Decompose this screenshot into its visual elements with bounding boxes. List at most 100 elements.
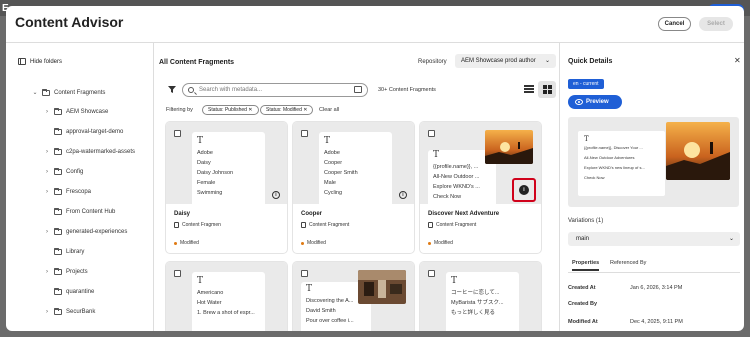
- preview-line: Check Now: [433, 194, 462, 200]
- sidebar-folder-item[interactable]: › Projects: [44, 268, 88, 275]
- preview-line: {{profile.name}}, ...: [433, 164, 479, 170]
- filter-chip-published[interactable]: Status: Published ✕: [202, 105, 259, 115]
- status-dot: [174, 241, 177, 245]
- property-key: Created By: [568, 301, 598, 307]
- folder-sidebar: Hide folders ⌄ Content Fragments › AEM Show…: [6, 43, 153, 331]
- filtering-by-label: Filtering by: [166, 107, 193, 113]
- folder-icon: [54, 108, 62, 115]
- fragment-icon: [428, 222, 433, 228]
- sidebar-folder-item[interactable]: quarantine: [44, 288, 94, 295]
- chevron-right-icon[interactable]: ›: [44, 109, 50, 115]
- content-card-americano[interactable]: T Americano Hot Water 1. Brew a shot of …: [166, 262, 287, 331]
- sidebar-folder-item[interactable]: › c2pa-watermarked-assets: [44, 148, 135, 155]
- card-checkbox[interactable]: [174, 130, 181, 137]
- card-type-label: Content Fragmen: [182, 222, 221, 228]
- sidebar-folder-label: Projects: [66, 269, 88, 275]
- repository-select[interactable]: AEM Showcase prod author ⌄: [455, 54, 556, 68]
- grid-view-icon[interactable]: [538, 81, 556, 98]
- sidebar-folder-item[interactable]: › Frescopa: [44, 188, 92, 195]
- card-preview: T コーヒーに恋して... MyBarista サブスク... もっと詳しく見る: [446, 272, 519, 331]
- clear-all-button[interactable]: Clear all: [319, 107, 339, 113]
- card-checkbox[interactable]: [428, 270, 435, 277]
- folder-icon: [54, 128, 62, 135]
- text-type-icon: T: [197, 276, 204, 286]
- preview-line: Daisy: [197, 160, 211, 166]
- card-checkbox[interactable]: [174, 270, 181, 277]
- card-type: Content Fragment: [428, 222, 476, 228]
- locale-badge: en - current: [568, 79, 604, 89]
- preview-line: 1. Brew a shot of espr...: [197, 310, 255, 316]
- variation-select[interactable]: main ⌄: [568, 232, 740, 246]
- content-card-cooper[interactable]: T Adobe Cooper Cooper Smith Male Cycling…: [293, 122, 414, 253]
- quick-details-panel: Quick Details ✕ en - current Preview T {…: [560, 43, 744, 331]
- folder-icon: [54, 288, 62, 295]
- sidebar-folder-item[interactable]: approval-target-demo: [44, 128, 123, 135]
- text-type-icon: T: [584, 135, 589, 143]
- chevron-right-icon[interactable]: ›: [44, 229, 50, 235]
- details-preview: T {{profile.name}}, Discover Your ... Al…: [568, 117, 739, 207]
- preview-line: Male: [324, 180, 336, 186]
- dialog-title: Content Advisor: [15, 14, 124, 30]
- preview-line: {{profile.name}}, Discover Your ...: [584, 145, 643, 150]
- chevron-down-icon[interactable]: ⌄: [32, 89, 38, 96]
- sidebar-folder-item[interactable]: › generated-experiences: [44, 228, 127, 235]
- sidebar-folder-item[interactable]: From Content Hub: [44, 208, 115, 215]
- card-checkbox[interactable]: [301, 130, 308, 137]
- sidebar-folder-item[interactable]: Library: [44, 248, 85, 255]
- filter-chip-modified[interactable]: Status: Modified ✕: [260, 105, 314, 115]
- content-card-discover-next-adventure[interactable]: T {{profile.name}}, ... All-New Outdoor …: [420, 122, 541, 253]
- text-type-icon: T: [306, 284, 313, 294]
- preview-line: Daisy Johnson: [197, 170, 234, 176]
- preview-button[interactable]: Preview: [568, 95, 622, 109]
- card-type-label: Content Fragment: [436, 222, 477, 228]
- card-checkbox[interactable]: [428, 130, 435, 137]
- content-card-daisy[interactable]: T Adobe Daisy Daisy Johnson Female Swimm…: [166, 122, 287, 253]
- preview-line: コーヒーに恋して...: [451, 290, 500, 296]
- list-view-icon[interactable]: [524, 85, 534, 95]
- sidebar-folder-label: Frescopa: [66, 189, 92, 195]
- chevron-right-icon[interactable]: ›: [44, 309, 50, 315]
- card-preview-area: T Adobe Daisy Daisy Johnson Female Swimm…: [166, 122, 287, 204]
- chevron-right-icon[interactable]: ›: [44, 169, 50, 175]
- preview-line: Cycling: [324, 190, 343, 196]
- close-icon[interactable]: ✕: [734, 56, 741, 65]
- info-icon-active[interactable]: i: [519, 185, 529, 195]
- chevron-right-icon[interactable]: ›: [44, 149, 50, 155]
- chevron-right-icon[interactable]: ›: [44, 269, 50, 275]
- advanced-search-icon[interactable]: [354, 86, 362, 93]
- property-key: Created At: [568, 285, 596, 291]
- info-icon[interactable]: i: [399, 191, 407, 199]
- chevron-right-icon[interactable]: ›: [44, 189, 50, 195]
- card-checkbox[interactable]: [301, 270, 308, 277]
- folder-icon: [54, 168, 62, 175]
- sunset-hiker-image: [485, 130, 533, 164]
- sidebar-folder-label: Library: [66, 249, 85, 255]
- preview-line: Americano: [197, 290, 224, 296]
- folder-icon: [54, 208, 62, 215]
- content-card-coffee-article[interactable]: T Discovering the A... David Smith Pour …: [293, 262, 414, 331]
- folder-icon: [54, 148, 62, 155]
- sidebar-folder-item[interactable]: › Config: [44, 168, 83, 175]
- info-icon[interactable]: i: [272, 191, 280, 199]
- preview-line: もっと詳しく見る: [451, 310, 496, 316]
- panel-toggle-icon: [18, 58, 26, 65]
- card-type: Content Fragmen: [174, 222, 221, 228]
- sidebar-folder-item[interactable]: › AEM Showcase: [44, 108, 108, 115]
- sidebar-folder-item[interactable]: › SecurBank: [44, 308, 95, 315]
- card-title: Discover Next Adventure: [428, 211, 500, 217]
- hide-folders-button[interactable]: Hide folders: [18, 58, 62, 65]
- tab-properties[interactable]: Properties: [572, 260, 600, 271]
- select-button[interactable]: Select: [699, 17, 733, 31]
- main-title: All Content Fragments: [159, 59, 235, 66]
- cancel-button[interactable]: Cancel: [658, 17, 691, 31]
- card-preview-area: T Americano Hot Water 1. Brew a shot of …: [166, 262, 287, 331]
- sidebar-folder-item[interactable]: ⌄ Content Fragments: [32, 88, 105, 96]
- filter-icon[interactable]: [168, 86, 176, 93]
- tab-referenced-by[interactable]: Referenced By: [610, 260, 646, 266]
- search-input[interactable]: Search with metadata...: [182, 83, 368, 97]
- text-type-icon: T: [433, 150, 440, 160]
- preview-line: Hot Water: [197, 300, 222, 306]
- property-value: Jan 6, 2026, 3:14 PM: [630, 285, 683, 291]
- content-card-japanese-coffee[interactable]: T コーヒーに恋して... MyBarista サブスク... もっと詳しく見る: [420, 262, 541, 331]
- preview-line: Pour over coffee i...: [306, 318, 354, 324]
